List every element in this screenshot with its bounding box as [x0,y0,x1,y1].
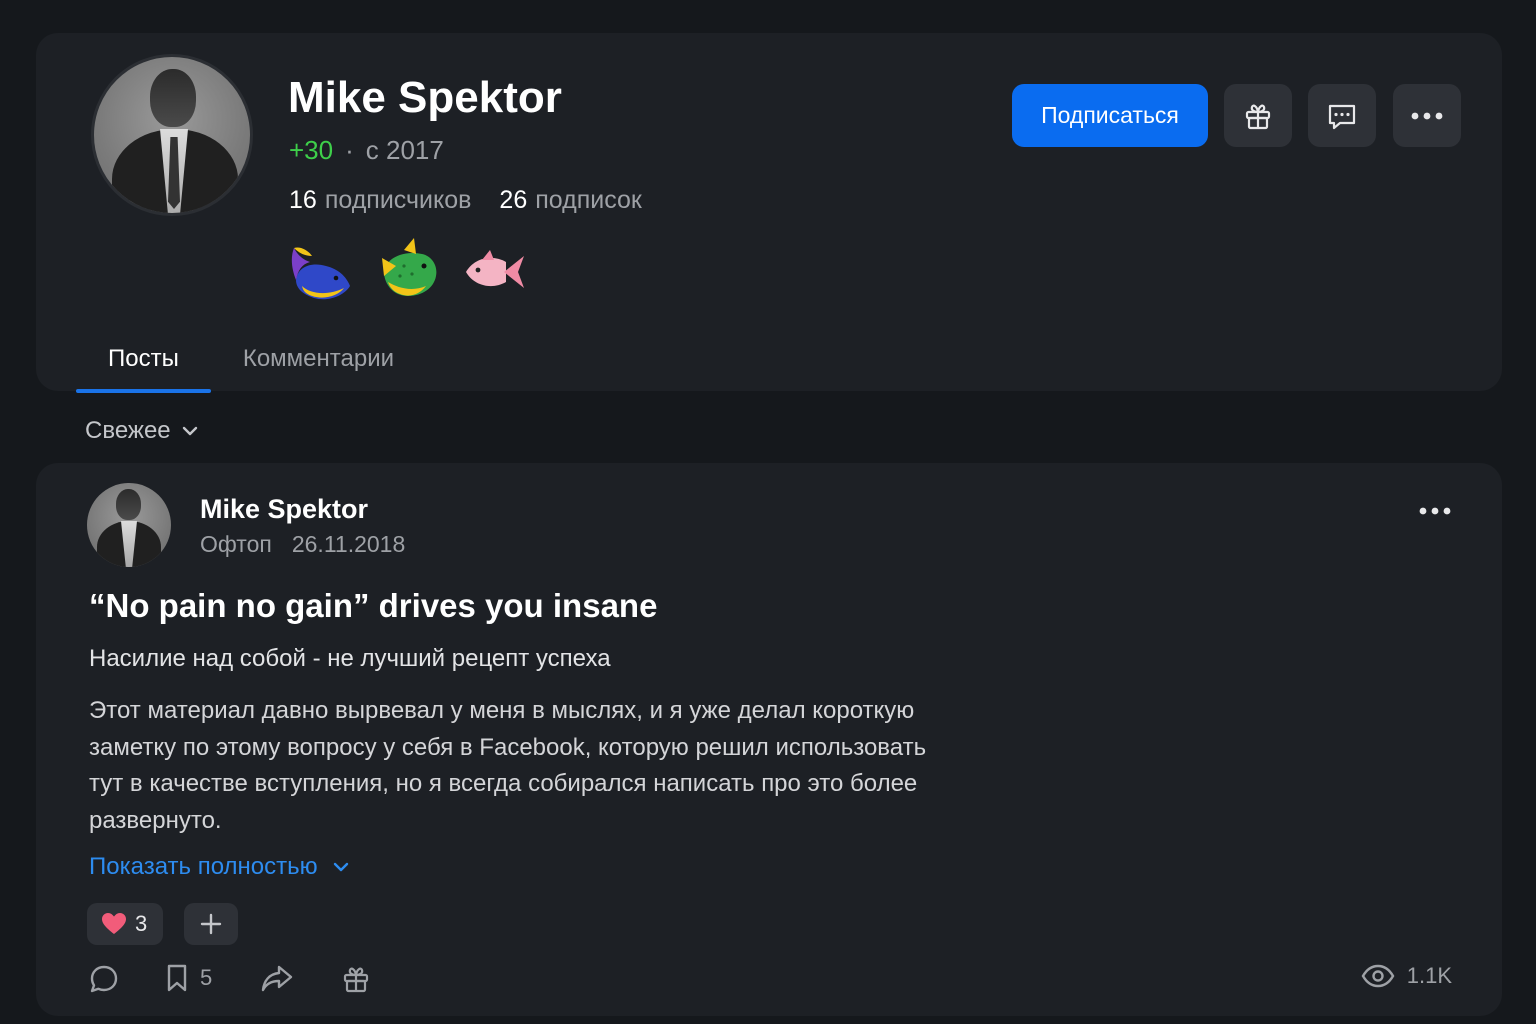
show-more-label: Показать полностью [89,853,318,880]
followers-label: подписчиков [324,186,472,214]
comment-icon [90,965,118,993]
tab-comments[interactable]: Комментарии [211,333,426,391]
heart-reaction[interactable]: 3 [87,903,164,945]
more-icon [1419,507,1451,515]
comment-button[interactable] [88,963,120,995]
post-subtitle: Насилие над собой - не лучший рецепт усп… [89,645,611,672]
chevron-down-icon [182,426,197,436]
bookmark-icon [167,964,187,992]
gift-button[interactable] [1224,84,1292,147]
profile-card: Mike Spektor +30 · с 2017 16 подписчиков … [36,33,1502,393]
post-body: Этот материал давно вырвевал у меня в мы… [89,697,927,834]
following-label: подписок [535,186,642,214]
followers-count: 16 [289,186,317,214]
donate-button[interactable] [340,963,372,995]
post-author-name[interactable]: Mike Spektor [200,494,368,525]
post-category[interactable]: Офтоп [200,531,272,558]
message-button[interactable] [1308,84,1376,147]
profile-name: Mike Spektor [288,73,562,122]
following-count: 26 [499,186,528,214]
post-views: 1.1K [1361,963,1452,989]
plus-icon [200,913,222,935]
add-reaction-button[interactable] [184,903,238,945]
subscribe-button[interactable]: Подписаться [1012,84,1208,147]
followers-link[interactable]: 16 подписчиков [289,186,471,215]
post-author-avatar[interactable] [87,483,171,567]
post-title[interactable]: “No pain no gain” drives you insane [89,587,657,625]
post-card: Mike Spektor Офтоп 26.11.2018 “No pain n… [36,463,1502,1016]
post-more-button[interactable] [1418,503,1452,521]
tab-posts[interactable]: Посты [76,333,211,393]
whale-badge-icon[interactable] [288,236,358,306]
bookmarks-count: 5 [200,965,213,990]
profile-rating-row: +30 · с 2017 [289,135,444,166]
reaction-count: 3 [135,911,148,936]
heart-icon [102,913,126,934]
views-count: 1.1K [1406,963,1452,988]
profile-tabs: Посты Комментарии [76,333,426,393]
profile-more-button[interactable] [1393,84,1461,147]
profile-stats: 16 подписчиков 26 подписок [289,186,642,215]
show-more-link[interactable]: Показать полностью [89,853,350,881]
following-link[interactable]: 26 подписок [499,186,641,215]
gift-icon [343,967,369,993]
chevron-down-icon [333,862,348,872]
fish-badge-icon[interactable] [460,236,530,306]
share-icon [261,965,293,992]
profile-rating[interactable]: +30 [289,135,333,166]
shark-badge-icon[interactable] [374,236,444,306]
share-button[interactable] [260,963,294,993]
more-icon [1411,112,1443,119]
gift-icon [1245,104,1271,129]
post-meta: Офтоп 26.11.2018 [200,531,405,558]
profile-since: с 2017 [365,135,444,165]
post-date: 26.11.2018 [291,531,406,557]
chat-icon [1328,104,1356,129]
profile-badges [288,236,530,306]
feed-sort-dropdown[interactable]: Свежее [85,417,199,445]
eye-icon [1361,964,1395,988]
separator-dot: · [345,135,354,165]
profile-avatar[interactable] [91,54,253,216]
bookmark-button[interactable]: 5 [164,963,212,993]
sort-label: Свежее [85,417,171,444]
